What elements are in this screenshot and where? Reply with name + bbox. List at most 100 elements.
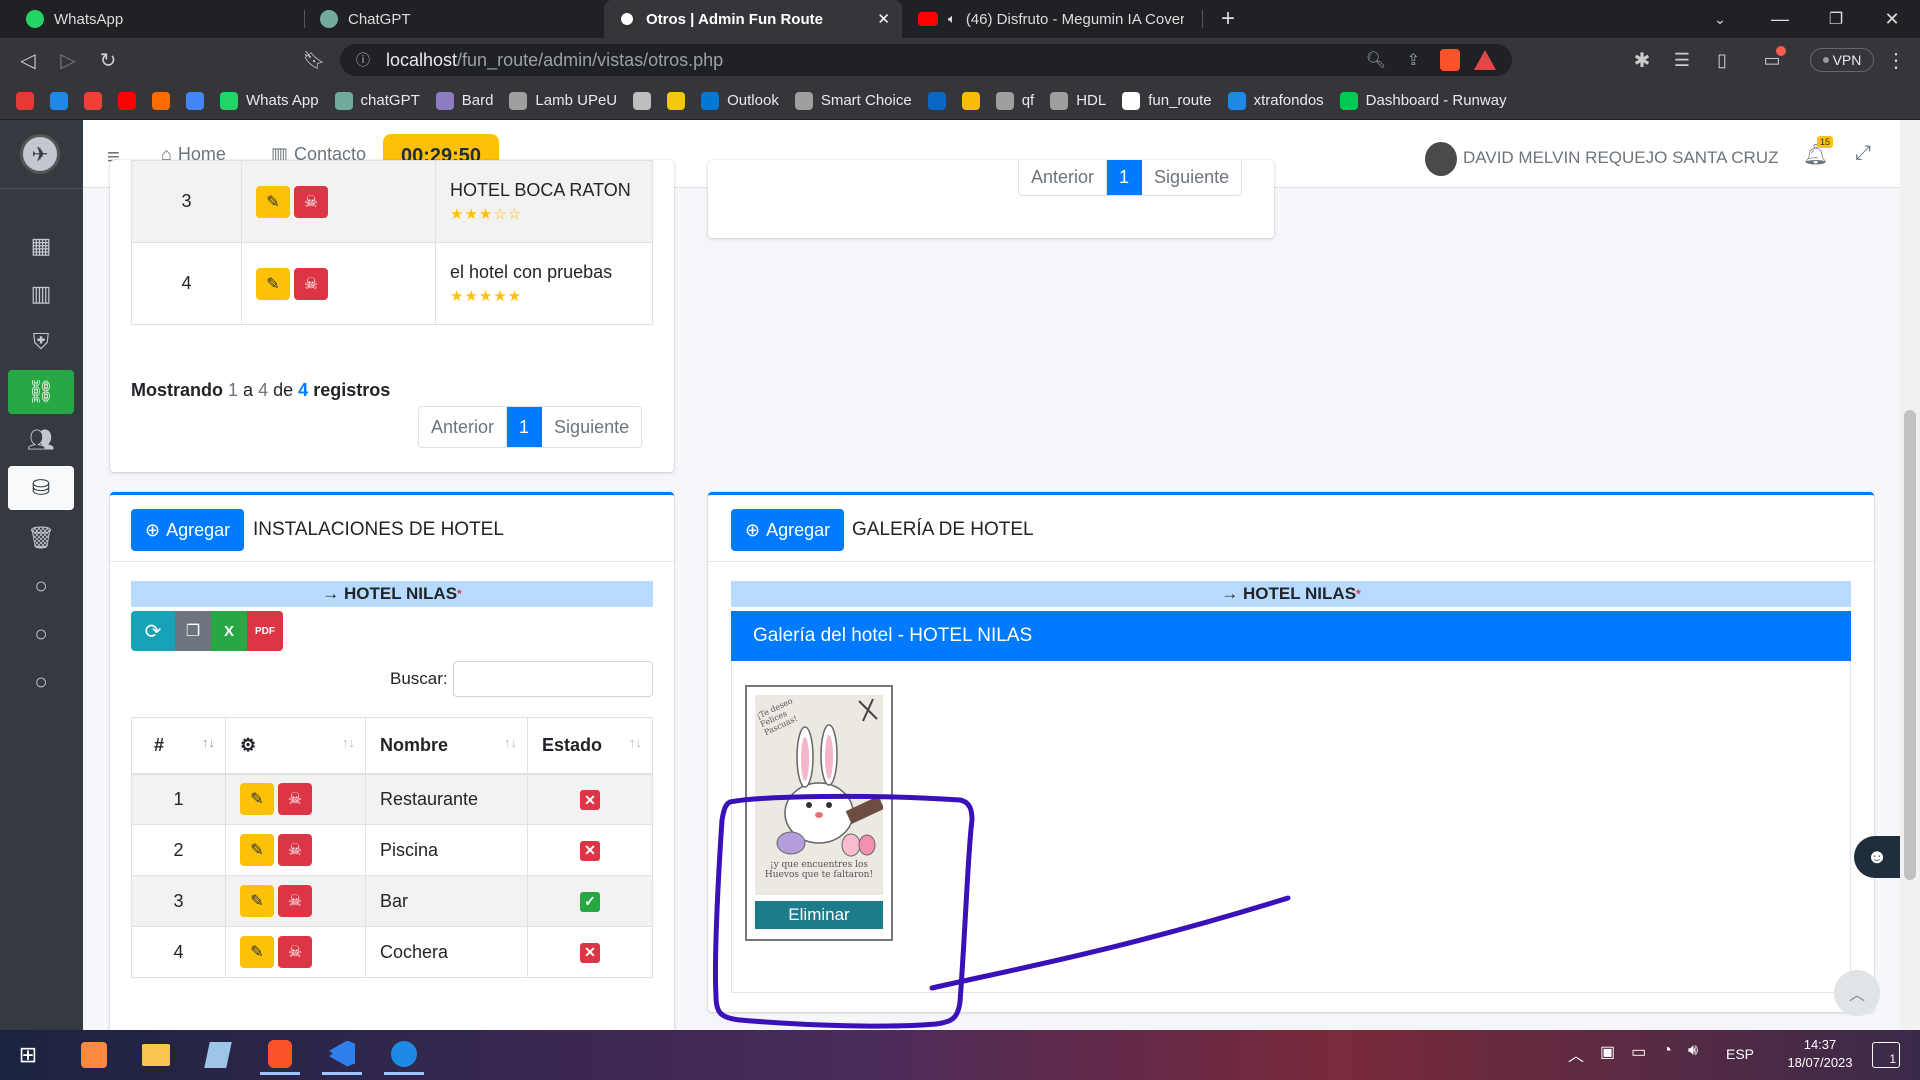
new-tab-button[interactable]: +	[1200, 0, 1256, 38]
delete-button[interactable]: ☠	[278, 783, 312, 816]
bookmark-lamb-upeu[interactable]: Lamb UPeU	[509, 91, 617, 110]
close-window-button[interactable]: ✕	[1862, 0, 1920, 38]
reload-icon[interactable]: ↻	[94, 46, 122, 74]
brave-shields-icon[interactable]	[1440, 49, 1460, 71]
delete-button[interactable]: ☠	[294, 185, 328, 218]
back-icon[interactable]: ◁	[14, 46, 42, 74]
sidebar-item-circle-2[interactable]: ○	[8, 612, 74, 656]
bookmark-hdl[interactable]: HDL	[1050, 91, 1106, 110]
scrollbar-thumb[interactable]	[1904, 410, 1916, 880]
windows-start-icon[interactable]: ⊞	[8, 1035, 48, 1075]
bookmark-html5[interactable]	[152, 91, 170, 110]
site-info-icon[interactable]: ⓘ	[356, 50, 370, 70]
sidebar-item-security[interactable]: ⛨	[8, 320, 74, 364]
vscode-icon[interactable]	[322, 1035, 362, 1075]
edit-button[interactable]: ✎	[240, 936, 274, 968]
delete-button[interactable]: ☠	[278, 834, 312, 866]
address-bar[interactable]: ⓘ localhost/fun_route/admin/vistas/otros…	[340, 44, 1512, 76]
sidebar-item-trash[interactable]: 🗑︎	[8, 516, 74, 560]
bookmark-chatgpt[interactable]: chatGPT	[334, 91, 420, 110]
bookmark-smart-choice[interactable]: Smart Choice	[794, 91, 912, 110]
bookmark-translate[interactable]	[186, 91, 204, 110]
add-facility-button[interactable]: ⊕ Agregar	[131, 509, 245, 551]
x-icon[interactable]: ✕	[580, 790, 600, 810]
tab-whatsapp[interactable]: WhatsApp	[12, 0, 302, 38]
bookmark-gmail[interactable]	[84, 91, 102, 110]
search-input[interactable]	[453, 661, 653, 697]
bookmark-edge[interactable]	[50, 91, 68, 110]
tab-youtube[interactable]: 🔈︎ (46) Disfruto - Megumin IA Cover	[904, 0, 1198, 38]
page-scrollbar[interactable]	[1900, 120, 1920, 1030]
close-tab-icon[interactable]: ✕	[877, 10, 890, 28]
tab-chatgpt[interactable]: ChatGPT	[306, 0, 602, 38]
refresh-icon[interactable]: ⟳	[131, 611, 175, 651]
sidebar-item-routes[interactable]: ⛓	[8, 370, 74, 414]
app-logo[interactable]: ✈	[20, 134, 60, 174]
bookmark-fun-route[interactable]: fun_route	[1122, 91, 1212, 110]
edit-button[interactable]: ✎	[240, 885, 274, 917]
bookmark-whats-app[interactable]: Whats App	[220, 91, 319, 110]
pagination-prev[interactable]: Anterior	[419, 407, 508, 447]
x-icon[interactable]: ✕	[580, 840, 600, 861]
bookmark-keep[interactable]	[961, 91, 980, 110]
bookmark-icon[interactable]: 🔖︎	[300, 46, 328, 74]
bookmark-outlook[interactable]: Outlook	[701, 91, 779, 110]
chat-widget-button[interactable]: ☻	[1854, 836, 1900, 878]
pdf-icon[interactable]: PDF	[247, 611, 283, 651]
fullscreen-icon[interactable]: ⤢	[1855, 142, 1871, 165]
extensions-icon[interactable]: ✱	[1628, 46, 1656, 74]
forward-icon[interactable]: ▷	[54, 46, 82, 74]
sidebar-toggle-icon[interactable]: ▯	[1708, 46, 1736, 74]
app-icon-notes[interactable]	[198, 1035, 238, 1075]
user-avatar[interactable]	[1425, 142, 1457, 176]
bookmark-qf[interactable]: qf	[995, 91, 1034, 110]
sidebar-item-users[interactable]: 👥︎	[8, 418, 74, 462]
bookmark-powerbi[interactable]	[667, 91, 686, 110]
display-icon[interactable]: ▣	[1600, 1042, 1615, 1066]
column-header-nombre[interactable]: Nombre ↑↓	[365, 717, 528, 774]
sidebar-item-circle-3[interactable]: ○	[8, 660, 74, 704]
excel-icon[interactable]: X	[211, 611, 247, 651]
restore-button[interactable]: ❐	[1806, 0, 1866, 38]
pagination-prev[interactable]: Anterior	[1019, 160, 1108, 195]
language-indicator[interactable]: ESP	[1726, 1046, 1754, 1062]
sidebar-item-hotels[interactable]: ▥	[8, 272, 74, 316]
edit-button[interactable]: ✎	[256, 267, 290, 300]
minimize-button[interactable]: —	[1750, 0, 1810, 38]
pagination-next[interactable]: Siguiente	[1142, 160, 1241, 195]
delete-button[interactable]: ☠	[294, 267, 328, 300]
bookmark-sy[interactable]	[16, 91, 34, 110]
share-icon[interactable]: ⇪	[1407, 50, 1420, 70]
brave-browser-icon[interactable]	[260, 1035, 300, 1075]
notification-center-icon[interactable]: 1	[1872, 1042, 1900, 1068]
brave-rewards-icon[interactable]	[1474, 50, 1496, 70]
bookmark-bard[interactable]: Bard	[435, 91, 493, 110]
volume-icon[interactable]: 🔊︎	[1688, 1042, 1698, 1066]
edit-button[interactable]: ✎	[256, 185, 290, 218]
bookmark-youtube[interactable]	[118, 91, 136, 110]
pagination-page[interactable]: 1	[507, 407, 543, 447]
pagination-page[interactable]: 1	[1107, 160, 1143, 195]
vpn-button[interactable]: VPN	[1810, 48, 1874, 72]
pagination-next[interactable]: Siguiente	[542, 407, 641, 447]
sidebar-item-table[interactable]: ▦	[8, 224, 74, 268]
sidebar-item-database[interactable]: ⛁	[8, 466, 74, 510]
add-photo-button[interactable]: ⊕ Agregar	[731, 509, 845, 551]
edit-button[interactable]: ✎	[240, 783, 274, 816]
bookmark-xtrafondos[interactable]: xtrafondos	[1227, 91, 1324, 110]
bookmark-onedrive[interactable]	[927, 91, 946, 110]
app-icon-orange[interactable]	[74, 1035, 114, 1075]
network-icon[interactable]: ◔	[1662, 1042, 1672, 1066]
wallet-icon[interactable]: ▭	[1758, 46, 1786, 74]
chevron-up-icon[interactable]: ︿	[1568, 1042, 1584, 1066]
bookmark-trophy[interactable]	[633, 91, 652, 110]
clock[interactable]: 14:37 18/07/2023	[1780, 1036, 1860, 1072]
tab-search-icon[interactable]: ⌄	[1690, 0, 1750, 38]
playlist-icon[interactable]: ☰	[1668, 46, 1696, 74]
bookmark-dashboard-runway[interactable]: Dashboard - Runway	[1339, 91, 1507, 110]
column-header-estado[interactable]: Estado ↑↓	[527, 717, 653, 774]
sidebar-item-circle-1[interactable]: ○	[8, 564, 74, 608]
zoom-search-icon[interactable]: 🔍︎	[1366, 50, 1386, 70]
notifications-button[interactable]: 🔔︎ 15	[1803, 136, 1834, 167]
user-name[interactable]: DAVID MELVIN REQUEJO SANTA CRUZ	[1463, 148, 1779, 168]
